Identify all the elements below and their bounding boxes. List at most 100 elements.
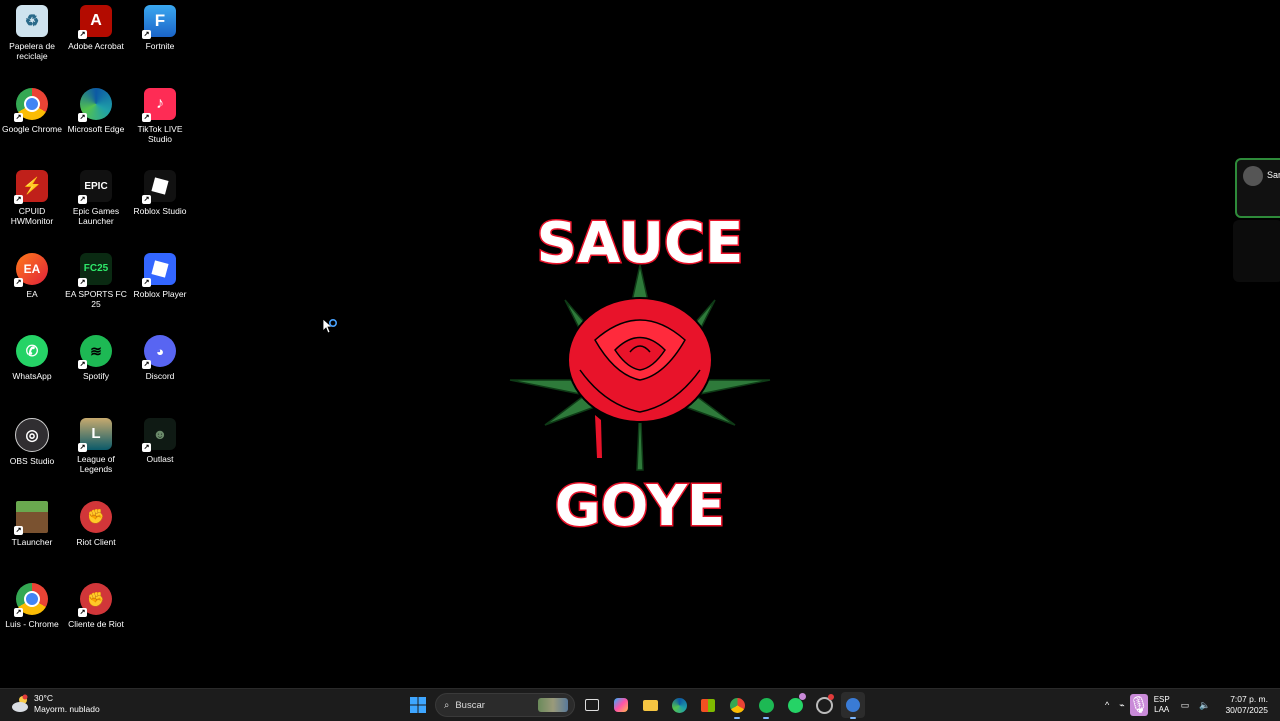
edge-icon: ↗ — [78, 87, 112, 122]
search-icon: ⌕ — [444, 699, 450, 711]
weather-description: Mayorm. nublado — [34, 704, 100, 714]
epic-games-icon: EPIC ↗ — [78, 170, 112, 205]
running-indicator — [763, 717, 769, 719]
windows-logo-icon — [410, 697, 426, 713]
copilot-icon — [614, 698, 628, 712]
taskbar-hwmonitor[interactable] — [812, 692, 836, 718]
tlauncher-icon: ↗ — [14, 500, 48, 535]
spotify-icon — [758, 697, 774, 713]
store-icon — [701, 698, 715, 712]
desktop-icon-epic-games[interactable]: EPIC ↗ Epic Games Launcher — [64, 167, 128, 250]
desktop-icon-riot-client[interactable]: ✊ Riot Client — [64, 498, 128, 581]
task-view-icon — [585, 699, 599, 711]
desktop-icon-label: CPUID HWMonitor — [10, 206, 54, 227]
ea-icon: EA ↗ — [14, 252, 48, 287]
start-button[interactable] — [406, 692, 430, 718]
recycle-bin-icon: ♻ — [16, 5, 48, 37]
edge-icon — [671, 697, 687, 713]
roblox-studio-icon: ↗ — [142, 170, 176, 205]
desktop-icon-hwmonitor[interactable]: ⚡ ↗ CPUID HWMonitor — [0, 167, 64, 250]
adobe-acrobat-icon: A ↗ — [78, 5, 112, 39]
desktop-icon-label: Roblox Studio — [133, 206, 187, 217]
whatsapp-icon: ✆ — [16, 335, 48, 368]
keyboard-layout: LAA — [1154, 705, 1170, 714]
taskbar: 30°C Mayorm. nublado ⌕ Buscar ^ ⌁ 🎙 ESP … — [0, 688, 1280, 721]
microphone-in-use-icon[interactable]: 🎙 — [1129, 694, 1149, 716]
network-icon[interactable]: ⌁ — [1119, 700, 1124, 711]
taskbar-chrome[interactable] — [725, 692, 749, 719]
taskbar-spotify[interactable] — [754, 692, 778, 719]
taskbar-file-explorer[interactable] — [638, 692, 662, 718]
desktop-icon-adobe-acrobat[interactable]: A ↗ Adobe Acrobat — [64, 2, 128, 85]
logo-bottom-text: GOYE — [555, 474, 725, 539]
floating-panel-secondary — [1233, 220, 1280, 282]
desktop: ♻ Papelera de reciclaje A ↗ Adobe Acrobat… — [0, 0, 1280, 688]
desktop-icon-label: Spotify — [83, 371, 109, 382]
desktop-icon-spotify[interactable]: ≋ ↗ Spotify — [64, 332, 128, 415]
tiktok-live-icon: ♪ ↗ — [142, 87, 176, 122]
notification-badge — [828, 694, 834, 700]
app-icon — [846, 698, 860, 712]
outlast-icon: ☻ ↗ — [142, 417, 176, 452]
desktop-icon-label: EA — [26, 288, 38, 299]
desktop-icon-obs-studio[interactable]: ◎ OBS Studio — [0, 415, 64, 498]
desktop-icon-grid: ♻ Papelera de reciclaje A ↗ Adobe Acrobat… — [0, 2, 192, 663]
desktop-icon-ea[interactable]: EA ↗ EA — [0, 250, 64, 333]
desktop-icon-outlast[interactable]: ☻ ↗ Outlast — [128, 415, 192, 498]
league-of-legends-icon: L ↗ — [78, 417, 112, 452]
desktop-icon-label: Microsoft Edge — [67, 123, 125, 134]
desktop-icon-league-of-legends[interactable]: L ↗ League of Legends — [64, 415, 128, 498]
desktop-icon-google-chrome[interactable]: ↗ Google Chrome — [0, 85, 64, 168]
taskbar-active-app[interactable] — [841, 692, 865, 719]
taskbar-store[interactable] — [696, 692, 720, 718]
riot-client-icon: ✊ — [80, 500, 112, 533]
mouse-cursor-busy-icon — [323, 319, 337, 334]
floating-notification-panel[interactable]: Sar — [1235, 158, 1280, 218]
desktop-icon-fortnite[interactable]: F ↗ Fortnite — [128, 2, 192, 85]
language-code: ESP — [1153, 695, 1170, 704]
weather-widget[interactable]: 30°C Mayorm. nublado — [10, 693, 100, 715]
volume-icon[interactable]: 🔈 — [1199, 700, 1210, 711]
desktop-icon-tlauncher[interactable]: ↗ TLauncher — [0, 498, 64, 581]
desktop-icon-label: Luis - Chrome — [5, 619, 59, 630]
desktop-icon-label: Epic Games Launcher — [72, 206, 120, 227]
desktop-icon-cliente-de-riot[interactable]: ✊ ↗ Cliente de Riot — [64, 580, 128, 663]
desktop-icon-label: Papelera de reciclaje — [9, 41, 55, 61]
desktop-icon-label: Fortnite — [145, 41, 175, 51]
system-tray: ^ ⌁ 🎙 ESP LAA ▭ 🔈 7:07 p. m. 30/07/2025 — [1100, 689, 1280, 721]
desktop-icon-luis-chrome[interactable]: ↗ Luis - Chrome — [0, 580, 64, 663]
desktop-icon-ea-fc25[interactable]: FC25 ↗ EA SPORTS FC 25 — [64, 250, 128, 333]
taskbar-edge[interactable] — [667, 692, 691, 718]
fortnite-icon: F ↗ — [142, 5, 176, 39]
wallpaper-rose-logo: SAUCE GOYE — [509, 210, 771, 540]
display-icon[interactable]: ▭ — [1181, 700, 1190, 711]
panel-label: Sar — [1267, 170, 1280, 180]
desktop-icon-whatsapp[interactable]: ✆ WhatsApp — [0, 332, 64, 415]
empty-slot — [128, 498, 192, 581]
taskbar-copilot[interactable] — [609, 692, 633, 718]
desktop-icon-roblox-player[interactable]: ↗ Roblox Player — [128, 250, 192, 333]
search-placeholder: Buscar — [455, 699, 485, 711]
clock[interactable]: 7:07 p. m. 30/07/2025 — [1225, 694, 1268, 716]
weather-temperature: 30°C — [34, 693, 53, 703]
desktop-icon-discord[interactable]: ◕ ↗ Discord — [128, 332, 192, 415]
taskbar-whatsapp[interactable] — [783, 692, 807, 718]
desktop-icon-roblox-studio[interactable]: ↗ Roblox Studio — [128, 167, 192, 250]
task-view-button[interactable] — [580, 692, 604, 718]
chrome-icon — [729, 697, 745, 713]
desktop-icon-microsoft-edge[interactable]: ↗ Microsoft Edge — [64, 85, 128, 168]
chevron-up-icon[interactable]: ^ — [1105, 700, 1109, 710]
riot-client-icon: ✊ ↗ — [78, 583, 112, 618]
desktop-icon-label: Roblox Player — [133, 288, 187, 299]
language-indicator[interactable]: ESP LAA — [1154, 695, 1170, 715]
folder-icon — [642, 699, 658, 711]
obs-studio-icon: ◎ — [15, 417, 49, 452]
search-highlight-image — [538, 698, 568, 712]
roblox-player-icon: ↗ — [142, 252, 176, 287]
running-indicator — [850, 717, 856, 719]
taskbar-search-box[interactable]: ⌕ Buscar — [435, 693, 575, 717]
desktop-icon-recycle-bin[interactable]: ♻ Papelera de reciclaje — [0, 2, 64, 85]
desktop-icon-label: TikTok LIVE Studio — [137, 123, 183, 144]
desktop-icon-tiktok-live[interactable]: ♪ ↗ TikTok LIVE Studio — [128, 85, 192, 168]
desktop-icon-label: TLauncher — [11, 536, 53, 547]
